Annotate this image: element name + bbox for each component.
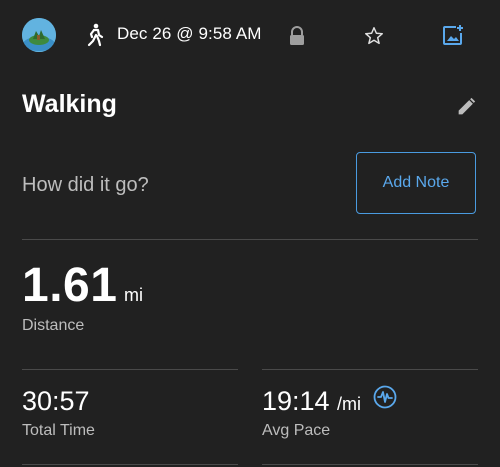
activity-date-time: Dec 26 @ 9:58 AM	[117, 24, 262, 43]
pulse-icon[interactable]	[373, 385, 397, 409]
stat-divider-right	[262, 369, 478, 370]
add-note-button[interactable]: Add Note	[356, 152, 476, 214]
activity-title: Walking	[22, 90, 117, 118]
avg-pace-label: Avg Pace	[262, 422, 331, 439]
stat-divider-bottom-left	[22, 464, 238, 465]
total-time-value: 30:57	[22, 386, 90, 416]
avg-pace-value: 19:14	[262, 386, 330, 416]
stat-divider-bottom-right	[262, 464, 478, 465]
walking-icon	[84, 23, 106, 47]
star-icon[interactable]	[363, 25, 385, 47]
add-photo-icon[interactable]	[442, 24, 464, 46]
lock-icon[interactable]	[287, 25, 307, 47]
distance-value: 1.61	[22, 259, 118, 312]
avg-pace-unit: /mi	[337, 394, 361, 414]
section-divider	[22, 239, 478, 240]
pencil-icon[interactable]	[455, 96, 477, 118]
note-prompt: How did it go?	[22, 174, 149, 196]
distance-label: Distance	[22, 317, 85, 334]
user-avatar[interactable]	[22, 18, 56, 52]
distance-unit: mi	[124, 285, 143, 305]
stat-divider-left	[22, 369, 238, 370]
total-time-label: Total Time	[22, 422, 95, 439]
